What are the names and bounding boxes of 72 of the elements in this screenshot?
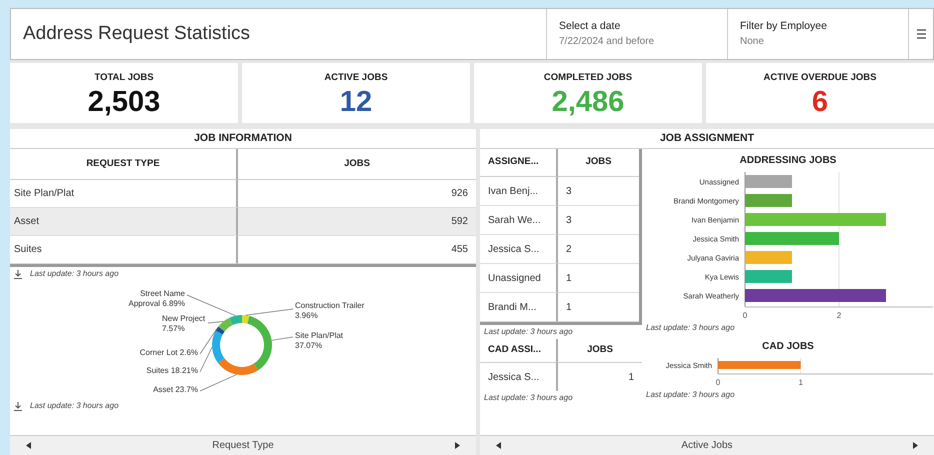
kpi-label: COMPLETED JOBS	[544, 71, 632, 85]
table-cell[interactable]: Suites	[10, 236, 238, 264]
axis-tick: 0	[716, 378, 720, 387]
slice-label: Construction Trailer 3.96%	[295, 301, 366, 321]
slice-label: Street Name Approval 6.89%	[128, 289, 185, 309]
leader-line	[200, 374, 237, 392]
table-cell[interactable]: 1	[558, 363, 642, 391]
bar	[745, 194, 792, 207]
last-update-text: Last update: 3 hours ago	[646, 389, 735, 401]
axis-tick: 1	[798, 378, 803, 387]
left-arrow-icon[interactable]	[496, 442, 501, 449]
dashboard-title: Address Request Statistics	[22, 22, 252, 46]
leader-line	[245, 308, 294, 316]
menu-icon[interactable]	[916, 29, 926, 39]
axis-tick: 0	[742, 311, 748, 320]
table-cell[interactable]: 3	[558, 206, 639, 235]
last-update-text: Last update: 3 hours ago	[484, 326, 573, 338]
leader-line	[208, 321, 224, 324]
slice-label: Site Plan/Plat 37.07%	[295, 331, 344, 351]
slice-label: Corner Lot 2.6%	[138, 348, 198, 358]
kpi-value: 2,503	[88, 85, 160, 120]
chart-title: ADDRESSING JOBS	[740, 154, 836, 168]
right-arrow-icon[interactable]	[912, 442, 918, 449]
slice-label: Suites 18.21%	[145, 366, 198, 376]
filter-selector[interactable]: Select a date 7/22/2024 and before	[546, 9, 727, 59]
table-cell[interactable]: Asset	[10, 208, 238, 236]
leader-line	[186, 294, 236, 316]
kpi-value: 6	[812, 85, 828, 120]
table-cell[interactable]: 1	[558, 293, 639, 322]
table-cell[interactable]: Site Plan/Plat	[10, 180, 238, 208]
navigator-label: Active Jobs	[681, 439, 733, 453]
right-arrow-icon[interactable]	[455, 442, 460, 449]
filter-selector[interactable]: Filter by Employee None	[727, 9, 908, 59]
table-cell[interactable]: Unassigned	[480, 264, 558, 293]
kpi-value: 2,486	[552, 85, 624, 120]
axis-tick: 2	[836, 311, 842, 320]
last-update-text: Last update: 3 hours ago	[30, 400, 119, 412]
slice-label: Asset 23.7%	[152, 385, 198, 395]
table-cell[interactable]: Jessica S...	[480, 363, 558, 391]
left-arrow-icon[interactable]	[26, 442, 31, 449]
bar	[745, 175, 792, 188]
column-header[interactable]: JOBS	[558, 339, 642, 363]
slice-label: New Project 7.57%	[162, 314, 206, 334]
table-cell[interactable]: 3	[558, 177, 639, 206]
kpi-label: ACTIVE OVERDUE JOBS	[764, 71, 876, 85]
table-cell[interactable]: 2	[558, 235, 639, 264]
table-cell[interactable]: Sarah We...	[480, 206, 558, 235]
leader-line	[200, 346, 212, 372]
table-cell[interactable]: Ivan Benj...	[480, 177, 558, 206]
chart-title: CAD JOBS	[762, 340, 814, 354]
bar	[745, 270, 792, 283]
leader-line	[271, 336, 294, 341]
download-icon[interactable]	[14, 270, 22, 278]
kpi-label: TOTAL JOBS	[94, 71, 154, 85]
download-icon[interactable]	[14, 402, 22, 410]
kpi-label: ACTIVE JOBS	[324, 71, 388, 85]
last-update-text: Last update: 3 hours ago	[484, 392, 573, 404]
kpi-value: 12	[340, 85, 372, 120]
column-header[interactable]: ASSIGNE...	[480, 149, 558, 177]
panel-title: JOB ASSIGNMENT	[480, 129, 934, 149]
table-cell[interactable]: 592	[238, 208, 476, 236]
table-cell[interactable]: 1	[558, 264, 639, 293]
panel-title: JOB INFORMATION	[10, 129, 476, 149]
leader-line	[200, 328, 218, 354]
navigator-label: Request Type	[212, 439, 274, 453]
last-update-text: Last update: 3 hours ago	[30, 268, 119, 280]
column-header[interactable]: JOBS	[558, 149, 639, 177]
table-cell[interactable]: Brandi M...	[480, 293, 558, 322]
last-update-text: Last update: 3 hours ago	[646, 322, 735, 334]
table-cell[interactable]: Jessica S...	[480, 235, 558, 264]
bar	[745, 251, 792, 264]
column-header[interactable]: CAD ASSI...	[480, 339, 558, 363]
